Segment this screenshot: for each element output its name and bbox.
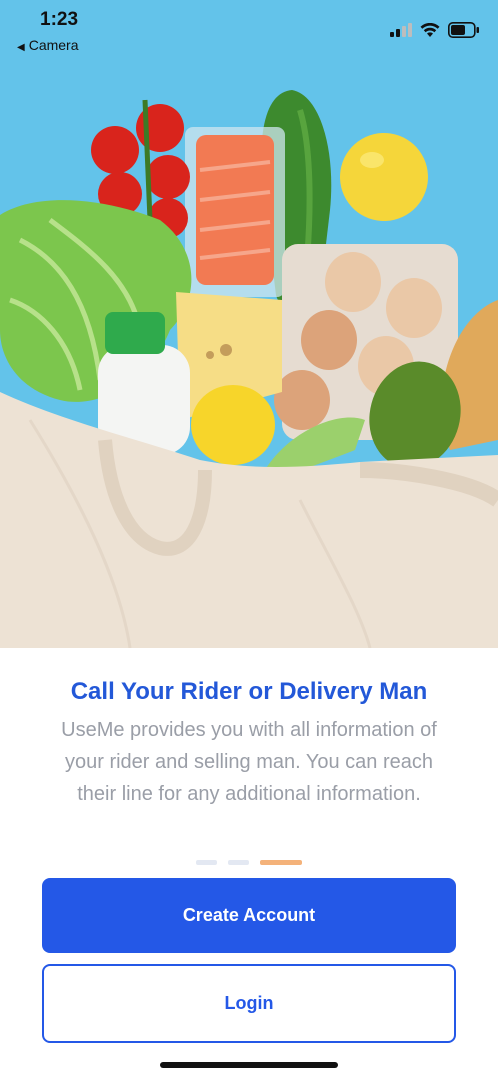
status-time: 1:23	[40, 9, 79, 30]
cellular-signal-icon	[390, 23, 412, 37]
onboarding-description: UseMe provides you with all information …	[61, 719, 437, 805]
page-dot-3-active[interactable]	[260, 860, 302, 865]
battery-icon	[448, 22, 479, 38]
back-app-label: Camera	[28, 37, 79, 53]
create-account-button[interactable]: Create Account	[42, 878, 456, 953]
page-indicator	[0, 860, 498, 866]
hero-image	[0, 0, 498, 648]
back-triangle-icon: ◀	[17, 42, 25, 53]
page-dot-1[interactable]	[196, 860, 217, 865]
onboarding-title: Call Your Rider or Delivery Man	[70, 678, 428, 705]
onboarding-content: Call Your Rider or Delivery Man UseMe pr…	[0, 648, 498, 1080]
back-to-app-link[interactable]: ◀ Camera	[17, 37, 79, 53]
login-button[interactable]: Login	[42, 964, 456, 1043]
status-icons	[390, 22, 480, 38]
home-indicator[interactable]	[160, 1062, 338, 1068]
wifi-icon	[420, 22, 440, 37]
page-dot-2[interactable]	[228, 860, 249, 865]
status-bar: 1:23 ◀ Camera	[0, 0, 498, 60]
